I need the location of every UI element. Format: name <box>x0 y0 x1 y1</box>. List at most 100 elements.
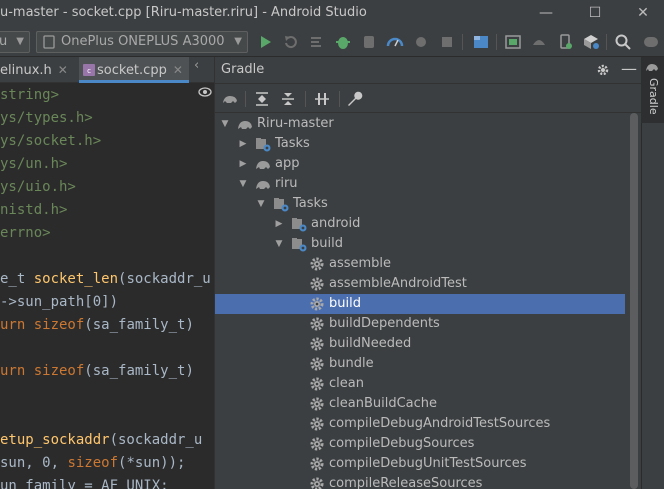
gradle-task-item[interactable]: compileDebugAndroidTestSources <box>215 414 625 434</box>
gradle-tree-node[interactable]: ▼ riru <box>215 174 625 194</box>
code-token: (sockaddr_u <box>109 432 203 448</box>
gradle-tree-node[interactable]: ▶ Tasks <box>215 134 625 154</box>
gear-icon <box>310 297 324 311</box>
sdk-manager-icon[interactable] <box>530 33 548 51</box>
tree-item-label: app <box>275 156 300 171</box>
gradle-task-item[interactable]: assemble <box>215 254 625 274</box>
close-icon[interactable]: ✕ <box>58 63 68 77</box>
code-token: sun, 0, <box>0 455 68 471</box>
expanded-arrow-icon[interactable]: ▼ <box>273 234 285 254</box>
avd-manager-icon[interactable] <box>504 33 522 51</box>
gradle-side-label[interactable]: Gradle <box>642 78 664 115</box>
svg-text:c: c <box>87 67 91 75</box>
code-line: errno> <box>0 222 51 244</box>
gear-icon[interactable] <box>596 63 610 77</box>
gradle-task-item[interactable]: cleanBuildCache <box>215 394 625 414</box>
project-structure-icon[interactable] <box>472 33 490 51</box>
main-toolbar: u ▼ OnePlus ONEPLUS A3000 ▼ <box>0 27 664 57</box>
tasks-folder-icon <box>256 138 271 152</box>
gradle-task-item[interactable]: build <box>215 294 625 314</box>
gear-icon <box>310 357 324 371</box>
apply-changes-icon[interactable] <box>282 33 300 51</box>
gradle-task-item[interactable]: bundle <box>215 354 625 374</box>
toolbar-separator <box>305 91 306 107</box>
profile-icon[interactable] <box>386 33 404 51</box>
attach-debugger-icon[interactable] <box>360 33 378 51</box>
code-line: e_t socket_len(sockaddr_u <box>0 268 211 290</box>
code-line: ->sun_path[0]) <box>0 291 118 313</box>
chevron-left-icon[interactable]: ‹ <box>194 58 199 73</box>
code-token: (sa_family_t) <box>84 317 194 333</box>
maximize-button[interactable]: ☐ <box>585 3 605 23</box>
collapsed-arrow-icon[interactable]: ▶ <box>273 214 285 234</box>
toggle-offline-mode-icon[interactable] <box>313 90 331 108</box>
code-token: ys/socket.h> <box>0 133 102 149</box>
gradle-task-item[interactable]: compileReleaseSources <box>215 474 625 489</box>
run-icon[interactable] <box>256 33 274 51</box>
code-line: nistd.h> <box>0 199 67 221</box>
gradle-tree-node[interactable]: ▼ Riru-master <box>215 114 625 134</box>
close-icon[interactable]: ✕ <box>173 63 183 77</box>
gradle-panel-title: Gradle <box>221 62 265 77</box>
device-combo[interactable]: OnePlus ONEPLUS A3000 ▼ <box>36 31 248 53</box>
gear-icon <box>310 377 324 391</box>
minimize-button[interactable]: — <box>536 3 556 23</box>
coverage-icon[interactable] <box>412 33 430 51</box>
gradle-task-item[interactable]: buildDependents <box>215 314 625 334</box>
apply-code-changes-icon[interactable] <box>308 33 326 51</box>
collapsed-arrow-icon[interactable]: ▶ <box>237 154 249 174</box>
tab-socket-cpp[interactable]: c socket.cpp ✕ <box>79 57 189 83</box>
gradle-tree-node[interactable]: ▼ Tasks <box>215 194 625 214</box>
wrench-icon[interactable] <box>345 90 363 108</box>
tree-item-label: assembleAndroidTest <box>329 276 467 291</box>
gradle-task-item[interactable]: compileDebugUnitTestSources <box>215 454 625 474</box>
code-token: sizeof <box>33 363 85 379</box>
code-line: sun, 0, sizeof(*sun)); <box>0 452 185 474</box>
gradle-task-item[interactable]: compileDebugSources <box>215 434 625 454</box>
tree-item-label: build <box>311 236 343 251</box>
gradle-task-item[interactable]: buildNeeded <box>215 334 625 354</box>
code-token: ys/types.h> <box>0 110 93 126</box>
toolbar-separator <box>606 34 607 50</box>
minimize-panel-icon[interactable]: — <box>621 59 637 78</box>
module-combo-value: u <box>0 34 7 49</box>
tree-item-label: clean <box>329 376 364 391</box>
scrollbar-thumb[interactable] <box>630 113 638 489</box>
search-icon[interactable] <box>614 33 632 51</box>
collapsed-arrow-icon[interactable]: ▶ <box>237 134 249 154</box>
tab-label: socket.cpp <box>97 63 167 78</box>
tree-item-label: compileDebugUnitTestSources <box>329 456 527 471</box>
gradle-tree-node[interactable]: ▶ android <box>215 214 625 234</box>
device-manager-icon[interactable] <box>556 33 574 51</box>
code-token: nistd.h> <box>0 202 68 218</box>
expanded-arrow-icon[interactable]: ▼ <box>219 114 231 134</box>
tab-elinux[interactable]: elinux.h ✕ <box>0 57 84 83</box>
gradle-tree-node[interactable]: ▶ app <box>215 154 625 174</box>
module-combo[interactable]: u ▼ <box>0 31 30 53</box>
gradle-elephant-icon <box>256 181 270 189</box>
tree-item-label: Riru-master <box>257 116 334 131</box>
toggle-icon[interactable] <box>642 33 660 51</box>
close-button[interactable]: ✕ <box>633 3 653 23</box>
debug-icon[interactable] <box>334 33 352 51</box>
gradle-task-item[interactable]: clean <box>215 374 625 394</box>
code-line: ys/socket.h> <box>0 130 101 152</box>
collapse-all-icon[interactable] <box>279 90 297 108</box>
gradle-tree-node[interactable]: ▼ build <box>215 234 625 254</box>
code-token: ys/un.h> <box>0 156 68 172</box>
code-token: etup_sockaddr <box>0 432 110 448</box>
expand-all-icon[interactable] <box>253 90 271 108</box>
refresh-gradle-icon[interactable] <box>221 90 239 108</box>
stop-icon[interactable] <box>438 33 456 51</box>
expanded-arrow-icon[interactable]: ▼ <box>255 194 267 214</box>
eye-icon[interactable] <box>198 86 212 98</box>
expanded-arrow-icon[interactable]: ▼ <box>237 174 249 194</box>
window-title: u-master - socket.cpp [Riru-master.riru]… <box>0 5 367 20</box>
tree-item-label: compileDebugAndroidTestSources <box>329 416 551 431</box>
gradle-task-item[interactable]: assembleAndroidTest <box>215 274 625 294</box>
code-editor[interactable]: string> ys/types.h> ys/socket.h> ys/un.h> ys… <box>0 84 214 489</box>
layout-inspector-icon[interactable] <box>582 33 600 51</box>
code-line: ys/types.h> <box>0 107 93 129</box>
toolbar-separator <box>245 91 246 107</box>
tree-item-label: compileDebugSources <box>329 436 475 451</box>
